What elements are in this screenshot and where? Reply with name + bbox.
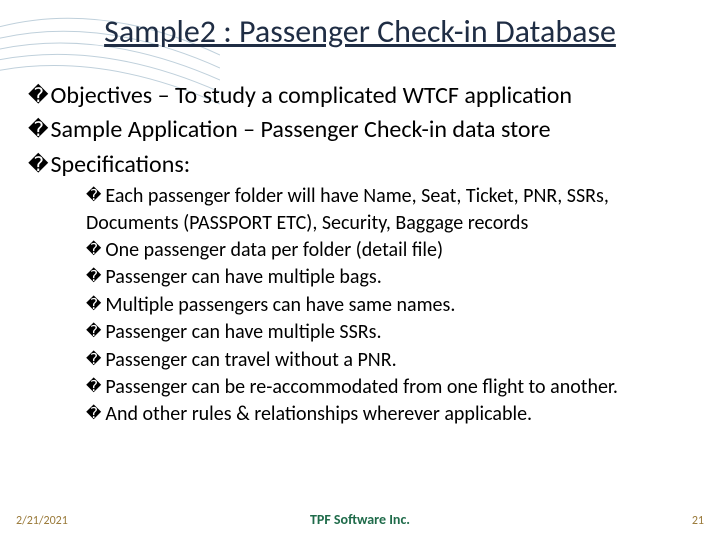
square-bullet-icon: �	[86, 241, 101, 259]
list-item: �Passenger can be re-accommodated from o…	[86, 374, 692, 400]
square-bullet-icon: �	[86, 351, 101, 369]
square-bullet-icon: �	[28, 153, 49, 177]
footer-company: TPF Software Inc.	[0, 511, 720, 528]
bullet-sample-application: �Sample Application – Passenger Check-in…	[28, 114, 692, 146]
list-item-text: Passenger can be re-accommodated from on…	[105, 375, 618, 399]
bullet-text: Specifications:	[51, 150, 191, 179]
list-item-text: Passenger can travel without a PNR.	[105, 348, 396, 372]
list-item-text: Each passenger folder will have Name, Se…	[86, 184, 609, 234]
square-bullet-icon: �	[86, 268, 101, 286]
square-bullet-icon: �	[28, 118, 49, 142]
list-item-text: Passenger can have multiple bags.	[105, 265, 381, 289]
list-item: �Passenger can have multiple bags.	[86, 264, 692, 290]
slide-title: Sample2 : Passenger Check-in Database	[0, 12, 720, 51]
slide-body: �Objectives – To study a complicated WTC…	[28, 80, 692, 429]
square-bullet-icon: �	[86, 378, 101, 396]
list-item-text: And other rules & relationships wherever…	[105, 402, 532, 426]
list-item-text: Multiple passengers can have same names.	[105, 293, 455, 317]
list-item: �And other rules & relationships whereve…	[86, 401, 692, 427]
list-item: �Passenger can have multiple SSRs.	[86, 319, 692, 345]
bullet-text: Objectives – To study a complicated WTCF…	[51, 81, 572, 110]
square-bullet-icon: �	[86, 187, 101, 205]
list-item: �Each passenger folder will have Name, S…	[86, 183, 692, 236]
list-item-text: Passenger can have multiple SSRs.	[105, 320, 381, 344]
list-item-text: One passenger data per folder (detail fi…	[105, 238, 443, 262]
specifications-list: �Each passenger folder will have Name, S…	[86, 183, 692, 428]
list-item: �Passenger can travel without a PNR.	[86, 347, 692, 373]
footer-page-number: 21	[692, 514, 704, 528]
square-bullet-icon: �	[86, 323, 101, 341]
bullet-specifications: �Specifications:	[28, 149, 692, 181]
square-bullet-icon: �	[86, 405, 101, 423]
slide: Sample2 : Passenger Check-in Database �O…	[0, 0, 720, 540]
list-item: �Multiple passengers can have same names…	[86, 292, 692, 318]
bullet-text: Sample Application – Passenger Check-in …	[51, 115, 551, 144]
square-bullet-icon: �	[28, 84, 49, 108]
list-item: �One passenger data per folder (detail f…	[86, 237, 692, 263]
square-bullet-icon: �	[86, 296, 101, 314]
bullet-objectives: �Objectives – To study a complicated WTC…	[28, 80, 692, 112]
